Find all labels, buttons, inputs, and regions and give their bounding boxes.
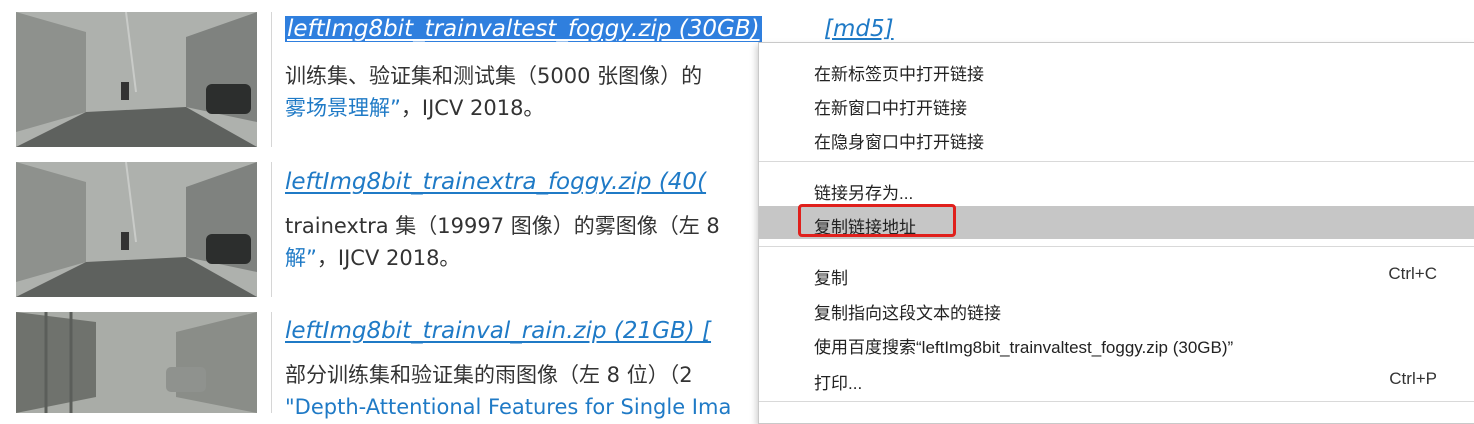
menu-copy[interactable]: 复制 Ctrl+C bbox=[759, 257, 1474, 290]
menu-separator bbox=[759, 246, 1474, 247]
menu-search-baidu[interactable]: 使用百度搜索“leftImg8bit_trainvaltest_foggy.zi… bbox=[759, 326, 1474, 359]
description-line: 训练集、验证集和测试集（5000 张图像）的 bbox=[285, 64, 703, 88]
menu-item-label: 使用百度搜索“leftImg8bit_trainvaltest_foggy.zi… bbox=[814, 338, 1234, 357]
menu-separator bbox=[759, 161, 1474, 162]
menu-item-label: 在新窗口中打开链接 bbox=[814, 99, 967, 118]
menu-shortcut: Ctrl+C bbox=[1388, 264, 1437, 283]
description-line: "Depth-Attentional Features for Single I… bbox=[285, 391, 731, 423]
description-line: 雾场景理解”，IJCV 2018。 bbox=[285, 92, 702, 124]
dataset-link-trainextra-foggy[interactable]: leftImg8bit_trainextra_foggy.zip (40( bbox=[285, 169, 706, 195]
menu-item-label: 在隐身窗口中打开链接 bbox=[814, 133, 984, 152]
dataset-description: 部分训练集和验证集的雨图像（左 8 位）（2 "Depth-Attentiona… bbox=[285, 359, 731, 423]
menu-open-in-incognito[interactable]: 在隐身窗口中打开链接 bbox=[759, 121, 1474, 154]
dataset-link-trainval-rain[interactable]: leftImg8bit_trainval_rain.zip (21GB) [ bbox=[285, 318, 711, 344]
citation-venue: ，IJCV 2018。 bbox=[400, 96, 545, 120]
menu-open-in-new-window[interactable]: 在新窗口中打开链接 bbox=[759, 87, 1474, 120]
row-divider bbox=[271, 312, 272, 413]
description-line: trainextra 集（19997 图像）的雾图像（左 8 bbox=[285, 214, 720, 238]
menu-item-label: 在新标签页中打开链接 bbox=[814, 65, 984, 84]
row-divider bbox=[271, 162, 272, 297]
citation-link[interactable]: 雾场景理解” bbox=[285, 96, 401, 120]
thumbnail-rain[interactable] bbox=[16, 312, 257, 413]
thumbnail-foggy-2[interactable] bbox=[16, 162, 257, 297]
dataset-description: trainextra 集（19997 图像）的雾图像（左 8 解”，IJCV 2… bbox=[285, 210, 720, 274]
md5-link[interactable]: [md5] bbox=[824, 16, 894, 42]
row-divider bbox=[271, 12, 272, 147]
citation-venue: ，IJCV 2018。 bbox=[316, 246, 461, 270]
menu-item-label: 打印... bbox=[814, 374, 863, 393]
menu-save-link-as[interactable]: 链接另存为... bbox=[759, 172, 1474, 205]
description-line: 部分训练集和验证集的雨图像（左 8 位）（2 bbox=[285, 363, 693, 387]
thumbnail-foggy-1[interactable] bbox=[16, 12, 257, 147]
description-line: 解”，IJCV 2018。 bbox=[285, 242, 720, 274]
menu-print[interactable]: 打印... Ctrl+P bbox=[759, 362, 1474, 395]
menu-item-label: 复制 bbox=[814, 269, 848, 288]
menu-open-in-new-tab[interactable]: 在新标签页中打开链接 bbox=[759, 53, 1474, 86]
dataset-description: 训练集、验证集和测试集（5000 张图像）的 雾场景理解”，IJCV 2018。 bbox=[285, 60, 702, 124]
menu-shortcut: Ctrl+P bbox=[1389, 369, 1437, 388]
highlight-annotation-box bbox=[798, 204, 956, 237]
dataset-link-trainvaltest-foggy[interactable]: leftImg8bit_trainvaltest_foggy.zip (30GB… bbox=[285, 16, 762, 42]
menu-separator bbox=[759, 401, 1474, 402]
citation-link[interactable]: 解” bbox=[285, 246, 317, 270]
menu-item-label: 复制指向这段文本的链接 bbox=[814, 304, 1001, 323]
menu-item-label: 链接另存为... bbox=[814, 184, 914, 203]
citation-link[interactable]: "Depth-Attentional Features for Single I… bbox=[285, 395, 731, 419]
menu-copy-link-to-text[interactable]: 复制指向这段文本的链接 bbox=[759, 292, 1474, 325]
